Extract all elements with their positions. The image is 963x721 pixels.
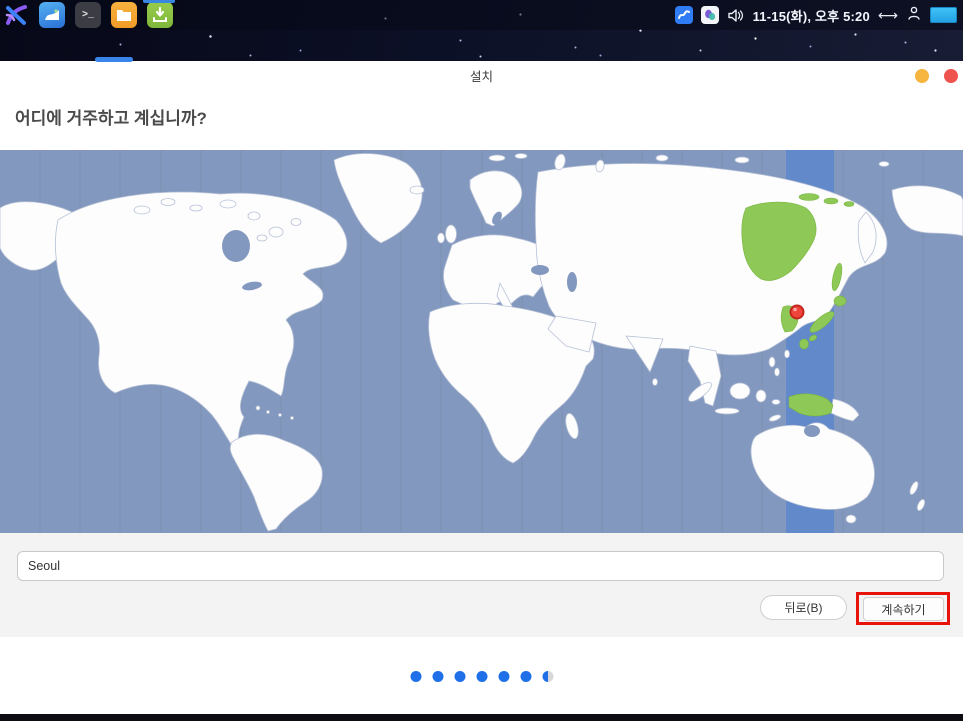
desktop-bottom-strip <box>0 714 963 721</box>
close-button[interactable] <box>944 69 958 83</box>
progress-dot <box>432 671 443 682</box>
seoul-marker[interactable] <box>791 306 804 319</box>
active-app-indicator <box>143 0 175 3</box>
volume-icon[interactable] <box>727 6 745 24</box>
user-icon[interactable] <box>906 5 922 26</box>
progress-dot <box>520 671 531 682</box>
timezone-map[interactable] <box>0 150 963 533</box>
top-panel: >_ <box>0 0 963 30</box>
distro-logo-icon[interactable] <box>3 2 29 28</box>
progress-dot <box>454 671 465 682</box>
progress-dot <box>498 671 509 682</box>
progress-dot <box>410 671 421 682</box>
timezone-city-input[interactable] <box>17 551 944 581</box>
status-tray: 11-15(화), 오후 5:20 ⟷ <box>675 5 963 26</box>
progress-dots <box>410 671 553 682</box>
continue-button[interactable]: 계속하기 <box>863 597 944 621</box>
wave-app-icon[interactable] <box>39 2 65 28</box>
minimize-button[interactable] <box>915 69 929 83</box>
back-button[interactable]: 뒤로(B) <box>760 595 847 620</box>
page-title: 어디에 거주하고 계십니까? <box>15 104 963 129</box>
progress-dot <box>542 671 553 682</box>
progress-dot <box>476 671 487 682</box>
titlebar[interactable]: 설치 <box>0 61 963 90</box>
network-app-icon[interactable] <box>675 6 693 24</box>
terminal-icon[interactable]: >_ <box>75 2 101 28</box>
file-manager-icon[interactable] <box>111 2 137 28</box>
proxy-arrows-icon[interactable]: ⟷ <box>878 8 898 22</box>
form-section: 뒤로(B) 계속하기 <box>0 533 963 637</box>
window-controls <box>915 61 963 90</box>
input-method-icon[interactable] <box>701 6 719 24</box>
installer-icon[interactable] <box>147 2 173 28</box>
clock[interactable]: 11-15(화), 오후 5:20 <box>753 6 870 25</box>
installer-window: 설치 어디에 거주하고 계십니까? <box>0 61 963 714</box>
app-launcher: >_ <box>0 2 173 28</box>
window-title: 설치 <box>470 66 493 85</box>
display-icon[interactable] <box>930 7 957 23</box>
